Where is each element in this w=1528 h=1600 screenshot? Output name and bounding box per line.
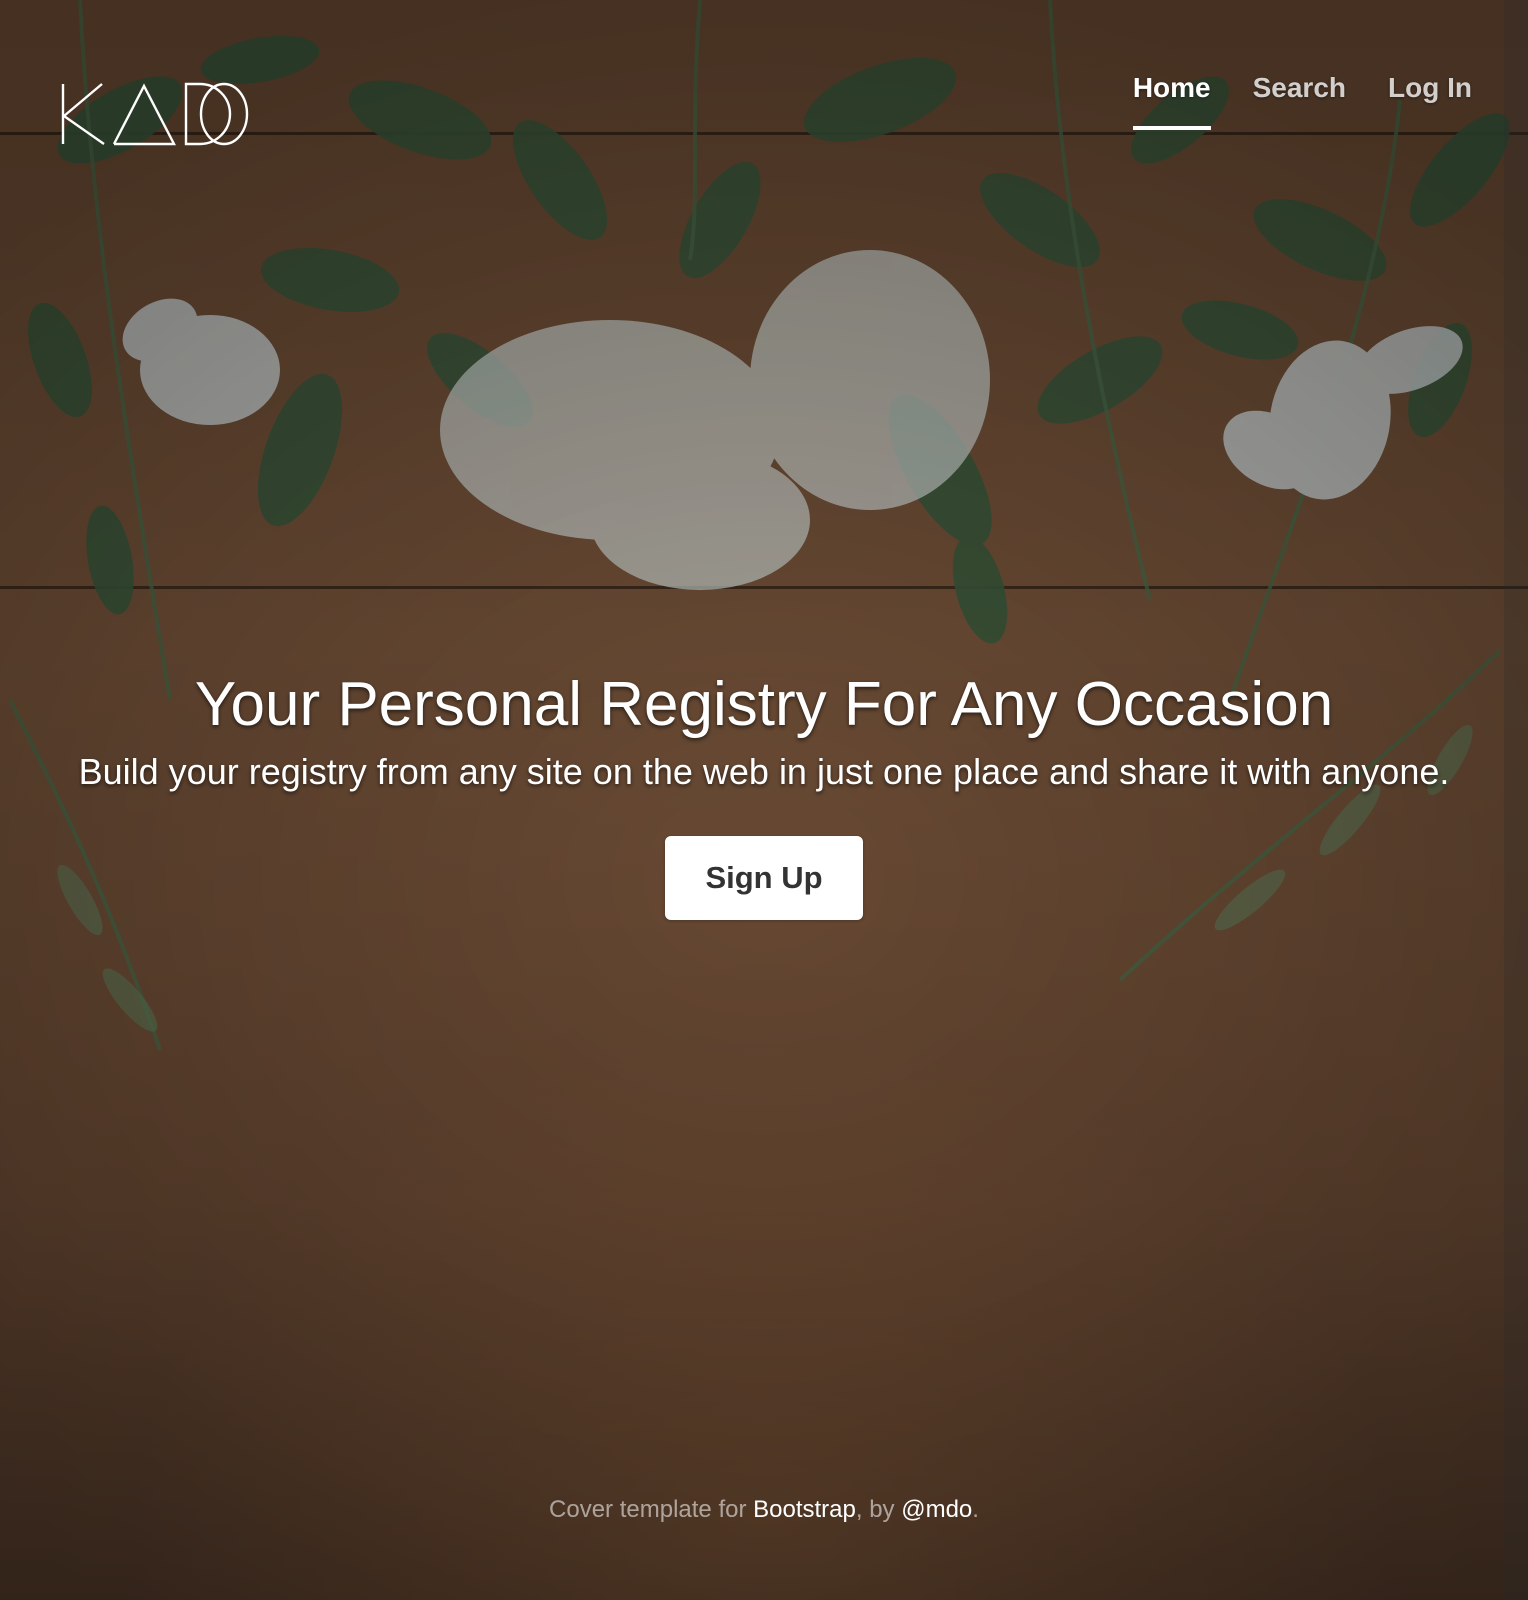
bootstrap-link[interactable]: Bootstrap	[753, 1496, 856, 1523]
hero-lead: Build your registry from any site on the…	[78, 751, 1450, 792]
nav-home-link[interactable]: Home	[1132, 70, 1211, 130]
footer-text-middle: , by	[855, 1496, 902, 1523]
mdo-link[interactable]: @mdo	[901, 1496, 972, 1523]
footer-text-prefix: Cover template for	[549, 1496, 754, 1523]
hero-heading: Your Personal Registry For Any Occasion	[194, 670, 1334, 739]
main-nav: Home Search Log In	[1132, 70, 1472, 130]
masthead: Home Search Log In	[60, 60, 1472, 150]
nav-search-link[interactable]: Search	[1253, 70, 1346, 130]
sign-up-button[interactable]: Sign Up	[665, 836, 863, 920]
footer-text-suffix: .	[972, 1496, 979, 1523]
hero-section: Your Personal Registry For Any Occasion …	[0, 668, 1528, 920]
footer: Cover template for Bootstrap, by @mdo.	[0, 1494, 1528, 1526]
nav-login-link[interactable]: Log In	[1388, 70, 1472, 130]
kado-logo[interactable]	[60, 82, 254, 146]
